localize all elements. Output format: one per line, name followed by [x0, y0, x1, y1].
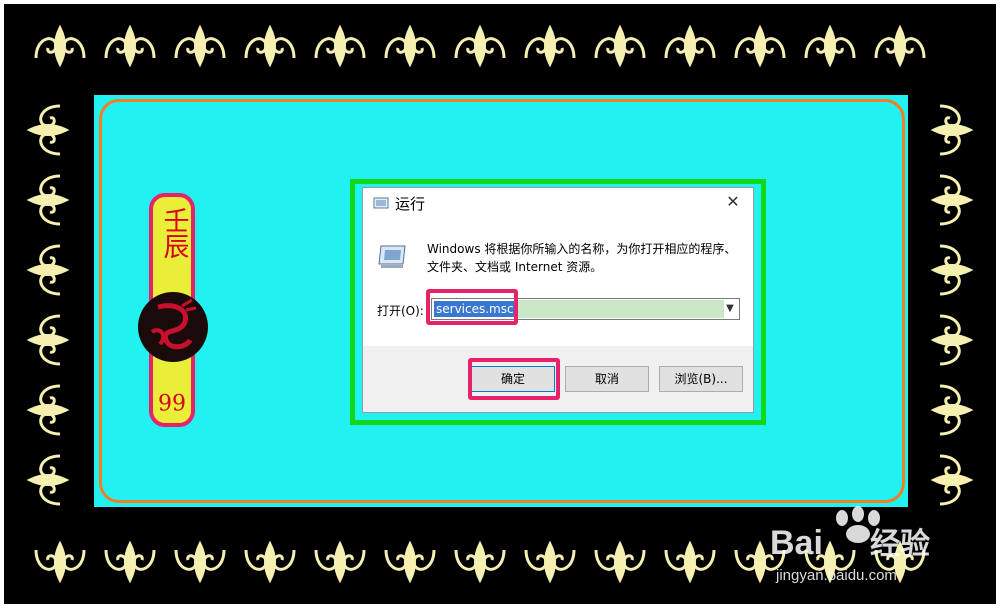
ornament-scroll	[26, 104, 70, 156]
ornament-scroll	[454, 540, 506, 584]
dialog-description: Windows 将根据你所输入的名称，为你打开相应的程序、文件夹、文档或 Int…	[427, 242, 737, 274]
ornament-scroll	[174, 540, 226, 584]
ornament-scroll	[26, 384, 70, 436]
dragon-icon	[150, 298, 197, 350]
ornament-scroll	[594, 540, 646, 584]
baidu-watermark: Bai 经验 jingyan.baidu.com	[770, 506, 930, 584]
ornament-scroll	[930, 454, 974, 506]
ornament-scroll	[26, 244, 70, 296]
ornament-scroll	[34, 540, 86, 584]
title-bar[interactable]: 运行 ✕	[363, 188, 753, 218]
run-icon	[378, 245, 406, 268]
dragon-medallion	[138, 292, 208, 362]
dialog-body: Windows 将根据你所输入的名称，为你打开相应的程序、文件夹、文档或 Int…	[363, 218, 753, 346]
ornament-scroll	[314, 24, 366, 68]
ornament-scroll	[734, 24, 786, 68]
ornament-scroll	[454, 24, 506, 68]
watermark-brand-cn: 经验	[870, 527, 930, 562]
ornament-scroll	[104, 24, 156, 68]
ornament-scroll	[104, 540, 156, 584]
ornament-scroll	[26, 454, 70, 506]
open-label: 打开(O):	[377, 304, 424, 318]
cancel-button[interactable]: 取消	[565, 366, 649, 392]
input-highlight-box	[426, 289, 518, 325]
ornament-scroll	[930, 314, 974, 366]
ornament-scroll	[384, 540, 436, 584]
ornament-scroll	[524, 540, 576, 584]
ornament-scroll	[594, 24, 646, 68]
ornament-scroll	[524, 24, 576, 68]
ornament-scroll	[874, 24, 926, 68]
combo-highlight	[514, 300, 724, 318]
ornament-scroll	[930, 384, 974, 436]
ornament-scroll	[664, 540, 716, 584]
dialog-title: 运行	[395, 195, 426, 213]
ornament-scroll	[384, 24, 436, 68]
browse-button[interactable]: 浏览(B)...	[659, 366, 743, 392]
tag-bottom-text: 66	[158, 388, 186, 413]
ornament-scroll	[664, 24, 716, 68]
ornament-scroll	[174, 24, 226, 68]
tag-top-text: 壬辰	[159, 207, 189, 259]
ornament-scroll	[314, 540, 366, 584]
close-icon[interactable]: ✕	[721, 190, 745, 214]
ornament-scroll	[930, 174, 974, 226]
chevron-down-icon[interactable]: ▼	[721, 299, 739, 319]
ornament-scroll	[930, 244, 974, 296]
ornament-scroll	[804, 24, 856, 68]
run-app-icon	[373, 197, 389, 209]
ornament-scroll	[930, 104, 974, 156]
watermark-url: jingyan.baidu.com	[775, 567, 897, 584]
watermark-brand: Bai	[770, 524, 823, 562]
ornament-scroll	[26, 314, 70, 366]
ornament-scroll	[26, 174, 70, 226]
ok-highlight-box	[468, 358, 560, 400]
ornament-scroll	[244, 24, 296, 68]
ornament-scroll	[244, 540, 296, 584]
ornament-scroll	[34, 24, 86, 68]
